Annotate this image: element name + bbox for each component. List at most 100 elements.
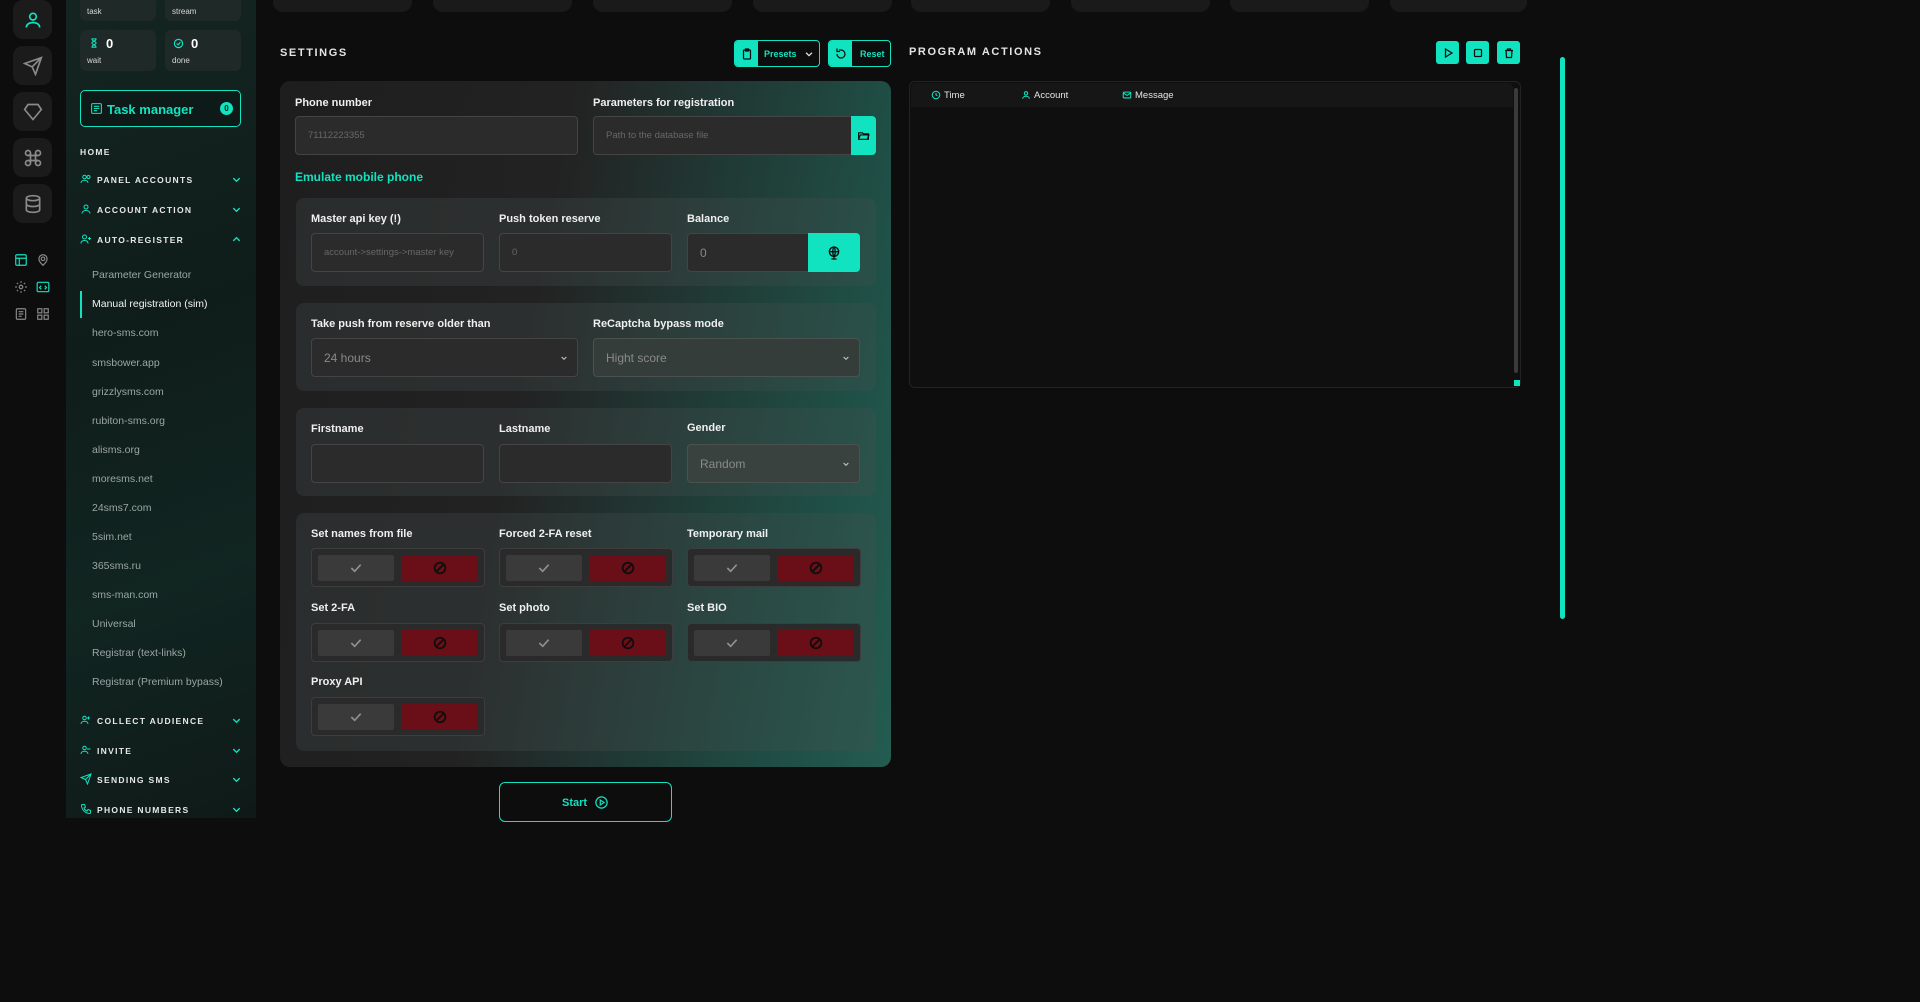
enable-button[interactable]: [694, 630, 770, 656]
col-account[interactable]: Account: [1022, 90, 1068, 101]
send-rail-button[interactable]: [13, 46, 52, 85]
sub-item[interactable]: grizzlysms.com: [92, 386, 164, 398]
resize-handle[interactable]: [1514, 380, 1520, 386]
sub-item[interactable]: Universal: [92, 618, 136, 630]
sub-item[interactable]: smsbower.app: [92, 357, 160, 369]
top-card: [911, 0, 1050, 12]
trash-icon: [1504, 47, 1513, 58]
page-scrollbar[interactable]: [1560, 57, 1565, 619]
sub-item[interactable]: moresms.net: [92, 473, 153, 485]
presets-button[interactable]: Presets: [734, 40, 820, 67]
sub-item[interactable]: 365sms.ru: [92, 560, 141, 572]
sub-item[interactable]: 5sim.net: [92, 531, 132, 543]
reset-button[interactable]: Reset: [828, 40, 891, 67]
enable-button[interactable]: [318, 555, 394, 581]
enable-button[interactable]: [318, 704, 394, 730]
push-token-input[interactable]: 0: [499, 233, 672, 272]
phone-number-label: Phone number: [295, 97, 373, 109]
toggle-label: Set names from file: [311, 528, 413, 540]
nav-panel-accounts[interactable]: PANEL ACCOUNTS: [80, 173, 242, 187]
icon-rail: [0, 0, 66, 818]
toggle-label: Set BIO: [687, 602, 727, 614]
task-manager-button[interactable]: Task manager 0: [80, 90, 241, 127]
lastname-input[interactable]: [499, 444, 672, 483]
command-rail-button[interactable]: [13, 138, 52, 177]
params-path-input[interactable]: Path to the database file: [593, 116, 853, 155]
nav-home[interactable]: HOME: [80, 145, 242, 159]
check-balance-button[interactable]: [808, 233, 860, 272]
nav-account-action[interactable]: ACCOUNT ACTION: [80, 203, 242, 217]
top-card: [1230, 0, 1369, 12]
play-button[interactable]: [1436, 41, 1459, 64]
take-push-select[interactable]: 24 hours: [311, 338, 578, 377]
disable-button[interactable]: [589, 555, 666, 581]
stop-button[interactable]: [1466, 41, 1489, 64]
apps-rail-mini[interactable]: [35, 306, 51, 322]
code-rail-mini[interactable]: [35, 279, 51, 295]
sub-item[interactable]: sms-man.com: [92, 589, 158, 601]
nav-label: COLLECT AUDIENCE: [97, 716, 205, 726]
presets-icon-box: [735, 41, 758, 66]
sub-item[interactable]: Registrar (Premium bypass): [92, 676, 223, 688]
enable-button[interactable]: [506, 630, 582, 656]
nav-auto-register[interactable]: AUTO-REGISTER: [80, 233, 242, 247]
gender-select[interactable]: Random: [687, 444, 860, 483]
nav-phone-numbers[interactable]: PHONE NUMBERS: [80, 803, 242, 817]
disable-button[interactable]: [401, 555, 478, 581]
profile-rail-button[interactable]: [13, 0, 52, 39]
task-count-badge: 0: [220, 102, 233, 115]
disable-button[interactable]: [589, 630, 666, 656]
sub-item[interactable]: 24sms7.com: [92, 502, 152, 514]
phone-number-input[interactable]: 71112223355: [295, 116, 578, 155]
open-file-button[interactable]: [851, 116, 876, 155]
reset-label: Reset: [860, 49, 885, 59]
sub-item[interactable]: Parameter Generator: [92, 269, 191, 281]
disable-button[interactable]: [777, 555, 854, 581]
ban-icon: [621, 561, 634, 575]
enable-button[interactable]: [506, 555, 582, 581]
disable-button[interactable]: [777, 630, 854, 656]
gear-icon: [15, 281, 27, 293]
settings-rail-mini[interactable]: [13, 279, 29, 295]
log-scrollbar[interactable]: [1514, 88, 1518, 373]
firstname-input[interactable]: [311, 444, 484, 483]
stop-icon: [1473, 48, 1482, 57]
sub-item-active[interactable]: Manual registration (sim): [92, 298, 208, 310]
ban-icon: [809, 561, 822, 575]
database-rail-button[interactable]: [13, 184, 52, 223]
check-circle-icon: [173, 38, 184, 49]
diamond-rail-button[interactable]: [13, 92, 52, 131]
nav-label: AUTO-REGISTER: [97, 235, 185, 245]
master-api-input[interactable]: account->settings->master key: [311, 233, 484, 272]
recaptcha-select[interactable]: Hight score: [593, 338, 860, 377]
sub-item[interactable]: rubiton-sms.org: [92, 415, 165, 427]
group-icon: [80, 715, 90, 725]
emulate-mobile-toggle[interactable]: Emulate mobile phone: [295, 170, 423, 184]
database-icon: [25, 194, 40, 213]
check-icon: [726, 564, 738, 573]
top-card: [1071, 0, 1210, 12]
enable-button[interactable]: [318, 630, 394, 656]
balance-label: Balance: [687, 213, 730, 225]
sub-item[interactable]: hero-sms.com: [92, 327, 159, 339]
notes-rail-mini[interactable]: [13, 306, 29, 322]
enable-button[interactable]: [694, 555, 770, 581]
start-button[interactable]: Start: [499, 782, 672, 822]
sub-item[interactable]: Registrar (text-links): [92, 647, 186, 659]
table-rail-mini[interactable]: [13, 252, 29, 268]
user-icon: [25, 12, 40, 28]
balance-input[interactable]: 0: [687, 233, 810, 272]
col-message[interactable]: Message: [1122, 90, 1174, 101]
nav-sending-sms[interactable]: SENDING SMS: [80, 773, 242, 787]
disable-button[interactable]: [401, 704, 478, 730]
col-time[interactable]: Time: [931, 90, 965, 101]
clear-log-button[interactable]: [1497, 41, 1520, 64]
program-actions-title: PROGRAM ACTIONS: [909, 46, 1043, 58]
presets-label: Presets: [764, 49, 797, 59]
recaptcha-value: Hight score: [606, 350, 667, 365]
sub-item[interactable]: alisms.org: [92, 444, 140, 456]
location-rail-mini[interactable]: [35, 252, 51, 268]
nav-invite[interactable]: INVITE: [80, 744, 242, 758]
nav-collect-audience[interactable]: COLLECT AUDIENCE: [80, 714, 242, 728]
disable-button[interactable]: [401, 630, 478, 656]
